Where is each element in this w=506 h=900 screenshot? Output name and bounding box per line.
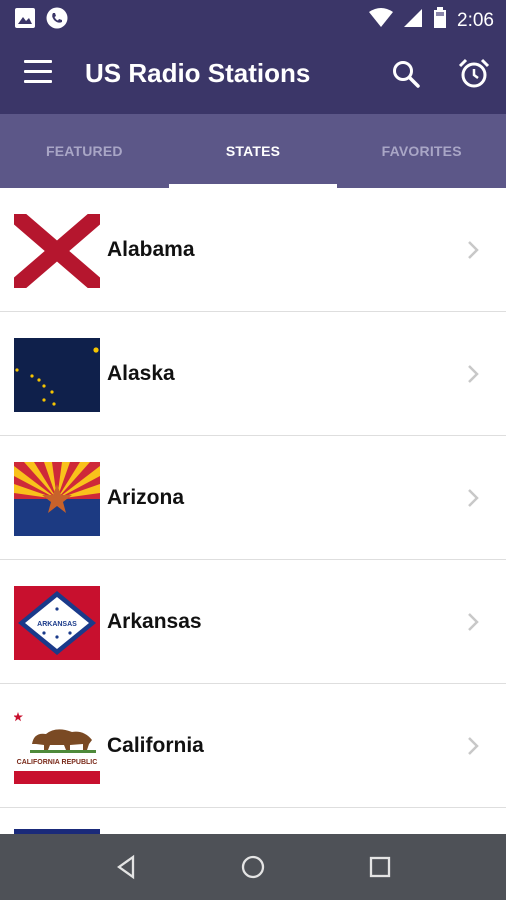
california-flag-text: CALIFORNIA REPUBLIC	[17, 759, 98, 766]
list-item-arizona[interactable]: Arizona	[0, 436, 506, 560]
wifi-icon	[369, 8, 394, 33]
menu-icon[interactable]	[24, 60, 56, 90]
list-item-alaska[interactable]: Alaska	[0, 312, 506, 436]
tab-states[interactable]: STATES	[168, 114, 338, 188]
app-bar: US Radio Stations	[0, 36, 506, 114]
tab-bar: FEATURED STATES FAVORITES	[0, 114, 506, 188]
states-list: Alabama Alaska Arizona ARKANSAS Arkansas…	[0, 188, 506, 834]
tab-featured[interactable]: FEATURED	[0, 114, 169, 188]
arizona-flag	[14, 462, 100, 536]
alabama-flag	[14, 214, 100, 288]
cell-signal-icon	[403, 8, 423, 33]
back-icon[interactable]	[114, 854, 140, 880]
image-notification-icon	[14, 7, 36, 34]
alarm-clock-icon[interactable]	[457, 57, 491, 91]
list-item-california[interactable]: CALIFORNIA REPUBLIC California	[0, 684, 506, 808]
chevron-right-icon	[468, 613, 479, 631]
recents-icon[interactable]	[367, 854, 393, 880]
tab-favorites[interactable]: FAVORITES	[337, 114, 506, 188]
list-item-alabama[interactable]: Alabama	[0, 188, 506, 312]
chevron-right-icon	[468, 365, 479, 383]
phone-notification-icon	[46, 7, 68, 34]
state-name: Arkansas	[107, 610, 202, 633]
arkansas-flag: ARKANSAS	[14, 586, 100, 660]
state-name: Arizona	[107, 486, 185, 509]
home-icon[interactable]	[240, 854, 266, 880]
california-flag: CALIFORNIA REPUBLIC	[14, 710, 100, 784]
state-name: Alaska	[107, 362, 175, 385]
alaska-flag	[14, 338, 100, 412]
list-item-arkansas[interactable]: ARKANSAS Arkansas	[0, 560, 506, 684]
state-name: California	[107, 734, 204, 757]
chevron-right-icon	[468, 737, 479, 755]
state-name: Alabama	[107, 238, 195, 261]
battery-icon	[433, 7, 447, 34]
status-time: 2:06	[457, 9, 494, 31]
navigation-bar	[0, 834, 506, 900]
page-title: US Radio Stations	[85, 58, 311, 88]
chevron-right-icon	[468, 241, 479, 259]
arkansas-flag-text: ARKANSAS	[37, 621, 77, 628]
chevron-right-icon	[468, 489, 479, 507]
search-icon[interactable]	[390, 58, 422, 90]
status-bar: 2:06	[0, 0, 506, 36]
